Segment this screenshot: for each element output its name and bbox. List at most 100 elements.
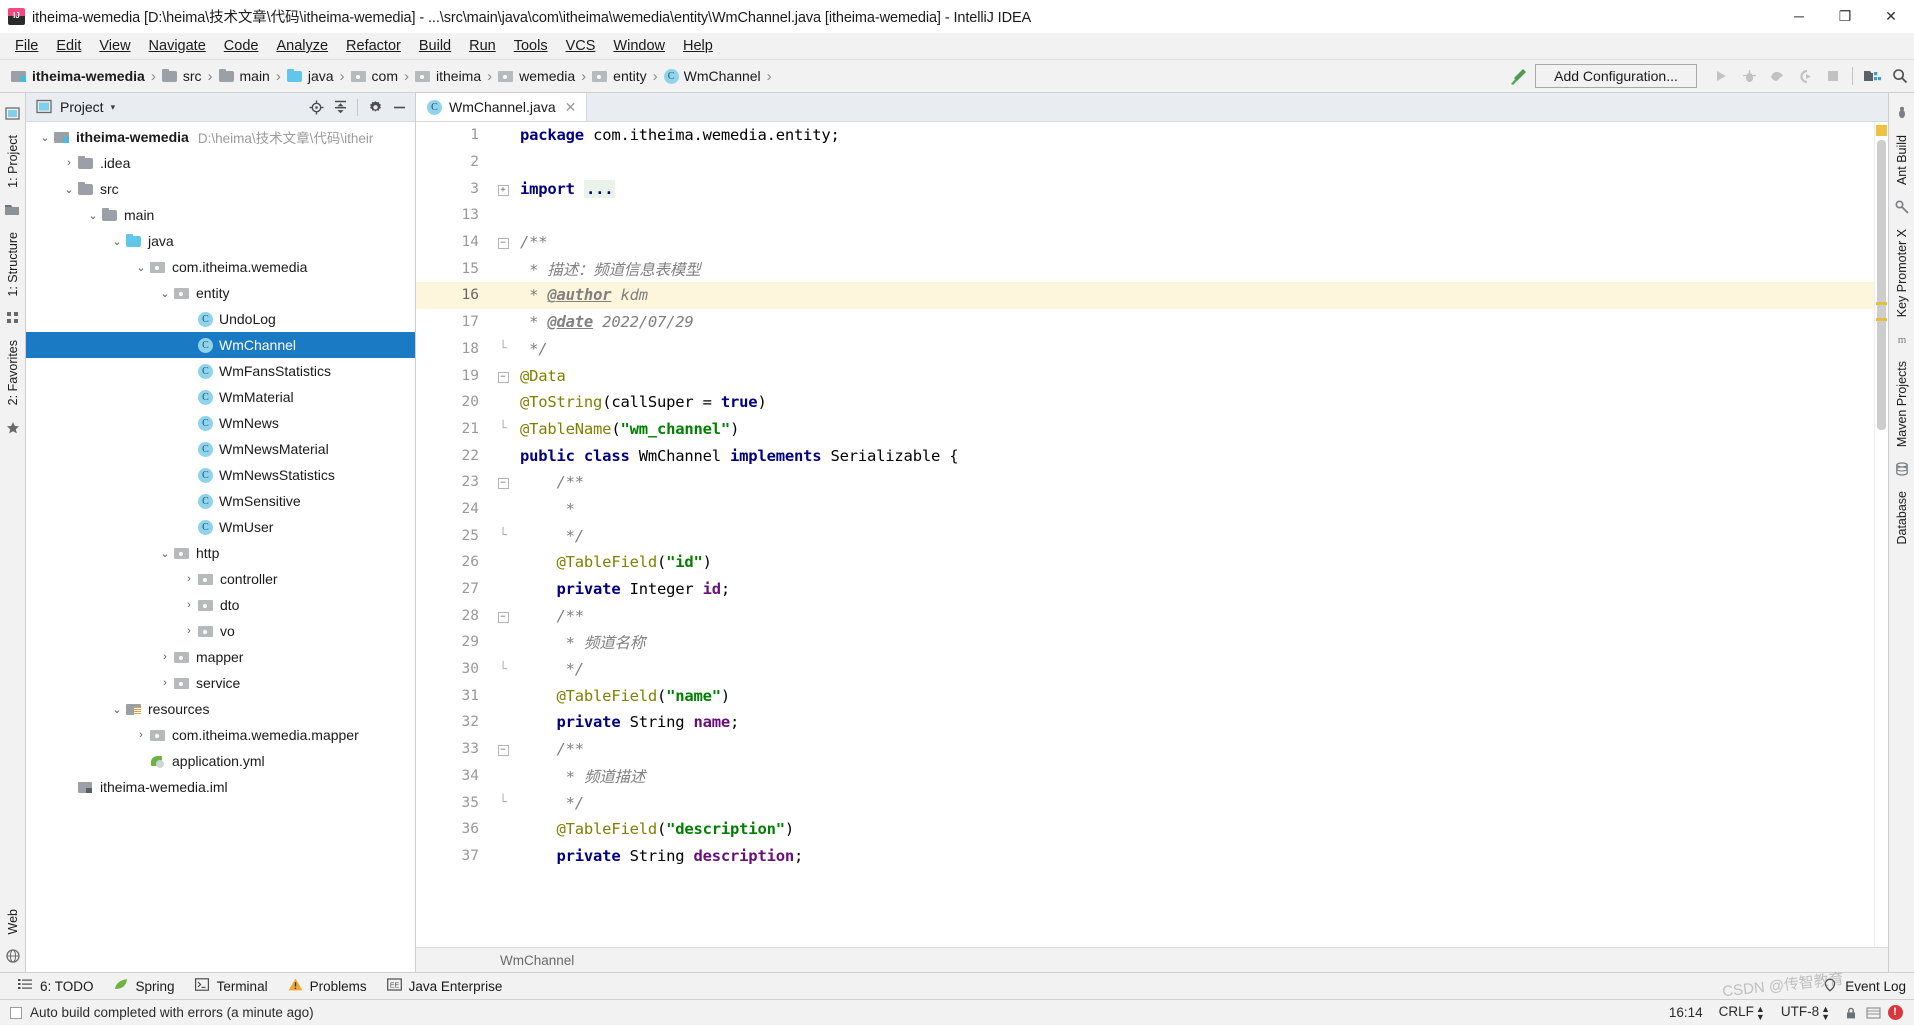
add-configuration-button[interactable]: Add Configuration...	[1535, 64, 1697, 88]
fold-end-icon[interactable]: └	[492, 662, 514, 677]
fold-end-icon[interactable]: └	[492, 421, 514, 436]
code-line[interactable]: 22 public class WmChannel implements Seri…	[416, 442, 1874, 469]
breadcrumb-item-main[interactable]: main	[216, 66, 273, 86]
tree-item-application-yml[interactable]: application.yml	[26, 748, 415, 774]
error-badge[interactable]: !	[1886, 1004, 1904, 1022]
fold-collapse-icon[interactable]: −	[492, 742, 514, 757]
chevron-right-icon[interactable]: ›	[156, 677, 174, 689]
code-line[interactable]: 3 + import ...	[416, 175, 1874, 202]
tree-item-main[interactable]: ⌄ main	[26, 202, 415, 228]
tree-item-wmmaterial[interactable]: C WmMaterial	[26, 384, 415, 410]
code-line[interactable]: 25 └ */	[416, 522, 1874, 549]
code-line[interactable]: 14−/**	[416, 229, 1874, 256]
background-task-checkbox[interactable]	[10, 1006, 22, 1019]
tree-item-com-itheima-wemedia-mapper[interactable]: › com.itheima.wemedia.mapper	[26, 722, 415, 748]
breadcrumb-item-project[interactable]: itheima-wemedia	[8, 66, 148, 86]
chevron-down-icon[interactable]: ⌄	[84, 209, 102, 222]
editor-marker-bar[interactable]	[1874, 122, 1888, 947]
tree-item-wmnewsmaterial[interactable]: C WmNewsMaterial	[26, 436, 415, 462]
chevron-right-icon[interactable]: ›	[132, 729, 150, 741]
chevron-down-icon[interactable]: ⌄	[156, 287, 174, 300]
run-coverage-icon[interactable]	[1763, 63, 1791, 89]
code-line[interactable]: 20 @ToString(callSuper = true)	[416, 389, 1874, 416]
marker-tick[interactable]	[1876, 318, 1887, 321]
sidebar-item-maven-projects[interactable]: Maven Projects	[1892, 355, 1912, 453]
hide-panel-icon[interactable]	[387, 95, 411, 119]
code-line[interactable]: 15 * 描述：频道信息表模型	[416, 255, 1874, 282]
code-line[interactable]: 1 package com.itheima.wemedia.entity;	[416, 122, 1874, 149]
breadcrumb-item-wemedia[interactable]: wemedia	[495, 66, 578, 86]
chevron-down-icon[interactable]: ⌄	[108, 235, 126, 248]
code-line[interactable]: 35 └ */	[416, 789, 1874, 816]
tool-window-terminal[interactable]: Terminal	[187, 975, 276, 997]
tree-item-com-itheima-wemedia[interactable]: ⌄ com.itheima.wemedia	[26, 254, 415, 280]
menu-run[interactable]: Run	[460, 35, 505, 57]
code-rows[interactable]: 1 package com.itheima.wemedia.entity; 2 3 + i…	[416, 122, 1874, 947]
code-line[interactable]: 37 private String description;	[416, 843, 1874, 870]
tool-window-spring[interactable]: Spring	[106, 975, 183, 997]
code-line[interactable]: 23− /**	[416, 469, 1874, 496]
menu-file[interactable]: File	[6, 35, 47, 57]
menu-code[interactable]: Code	[215, 35, 268, 57]
debug-icon[interactable]	[1735, 63, 1763, 89]
code-line[interactable]: 26 @TableField("id")	[416, 549, 1874, 576]
sidebar-item-database[interactable]: Database	[1892, 485, 1912, 551]
tree-item-wmnews[interactable]: C WmNews	[26, 410, 415, 436]
code-line[interactable]: 19− @Data	[416, 362, 1874, 389]
code-line[interactable]: 36 @TableField("description")	[416, 816, 1874, 843]
fold-collapse-icon[interactable]: −	[492, 609, 514, 623]
code-line[interactable]: 33− /**	[416, 736, 1874, 763]
code-editor[interactable]: 1 package com.itheima.wemedia.entity; 2 3 + i…	[416, 122, 1888, 947]
menu-refactor[interactable]: Refactor	[337, 35, 410, 57]
inspection-icon[interactable]	[1864, 1004, 1882, 1022]
fold-end-icon[interactable]: └	[492, 528, 514, 543]
editor-breadcrumb[interactable]: WmChannel	[416, 947, 1888, 972]
menu-view[interactable]: View	[90, 35, 139, 57]
menu-analyze[interactable]: Analyze	[267, 35, 337, 57]
editor-scrollbar-thumb[interactable]	[1877, 140, 1886, 430]
code-line[interactable]: 27 private Integer id;	[416, 576, 1874, 603]
tree-item-itheima-wemedia[interactable]: ⌄ itheima-wemedia D:\heima\技术文章\代码\itheir	[26, 124, 415, 150]
code-line[interactable]: 21 └ @TableName("wm_channel")	[416, 416, 1874, 443]
breadcrumb-item-java[interactable]: java	[284, 66, 337, 86]
project-tree[interactable]: ⌄ itheima-wemedia D:\heima\技术文章\代码\itheir ›…	[26, 122, 415, 972]
project-structure-icon[interactable]	[1858, 63, 1886, 89]
project-tool-window-icon[interactable]	[3, 102, 23, 124]
status-encoding[interactable]: UTF-8 ▲ ▼	[1773, 1004, 1838, 1021]
menu-vcs[interactable]: VCS	[557, 35, 605, 57]
menu-tools[interactable]: Tools	[505, 35, 557, 57]
sidebar-item-key-promoter[interactable]: Key Promoter X	[1892, 223, 1912, 323]
search-icon[interactable]	[1886, 63, 1914, 89]
sidebar-item-project[interactable]: 1: Project	[3, 129, 23, 194]
tree-item-service[interactable]: › service	[26, 670, 415, 696]
collapse-all-icon[interactable]	[328, 95, 352, 119]
editor-tab-wmchannel[interactable]: C WmChannel.java ✕	[416, 93, 588, 121]
sidebar-item-structure[interactable]: 1: Structure	[3, 226, 23, 303]
tool-window-todo[interactable]: 6: TODO	[10, 975, 102, 997]
chevron-down-icon[interactable]: ⌄	[36, 131, 54, 144]
locate-in-tree-icon[interactable]	[304, 95, 328, 119]
fold-end-icon[interactable]: └	[492, 341, 514, 356]
tree-item-wmnewsstatistics[interactable]: C WmNewsStatistics	[26, 462, 415, 488]
tree-item-itheima-wemedia-iml[interactable]: itheima-wemedia.iml	[26, 774, 415, 800]
breadcrumb-item-itheima[interactable]: itheima	[412, 66, 484, 86]
menu-edit[interactable]: Edit	[47, 35, 90, 57]
chevron-down-icon[interactable]: ⌄	[60, 183, 78, 196]
code-line[interactable]: 24 *	[416, 496, 1874, 523]
chevron-down-icon[interactable]: ⌄	[108, 703, 126, 716]
marker-tick[interactable]	[1876, 302, 1887, 305]
tree-item-undolog[interactable]: C UndoLog	[26, 306, 415, 332]
minimize-button[interactable]: ─	[1776, 0, 1822, 33]
breadcrumb-item-src[interactable]: src	[159, 66, 205, 86]
code-line[interactable]: 31 @TableField("name")	[416, 682, 1874, 709]
code-line[interactable]: 16 * @author kdm	[416, 282, 1874, 309]
run-profiler-icon[interactable]	[1791, 63, 1819, 89]
tree-item-wmchannel[interactable]: C WmChannel	[26, 332, 415, 358]
menu-build[interactable]: Build	[410, 35, 460, 57]
database-icon[interactable]	[1892, 458, 1912, 480]
chevron-down-icon[interactable]: ⌄	[156, 547, 174, 560]
tree-item-http[interactable]: ⌄ http	[26, 540, 415, 566]
tool-window-java-enterprise[interactable]: EE Java Enterprise	[379, 975, 511, 997]
close-icon[interactable]: ✕	[563, 99, 579, 116]
folder-small-icon[interactable]	[3, 199, 23, 221]
